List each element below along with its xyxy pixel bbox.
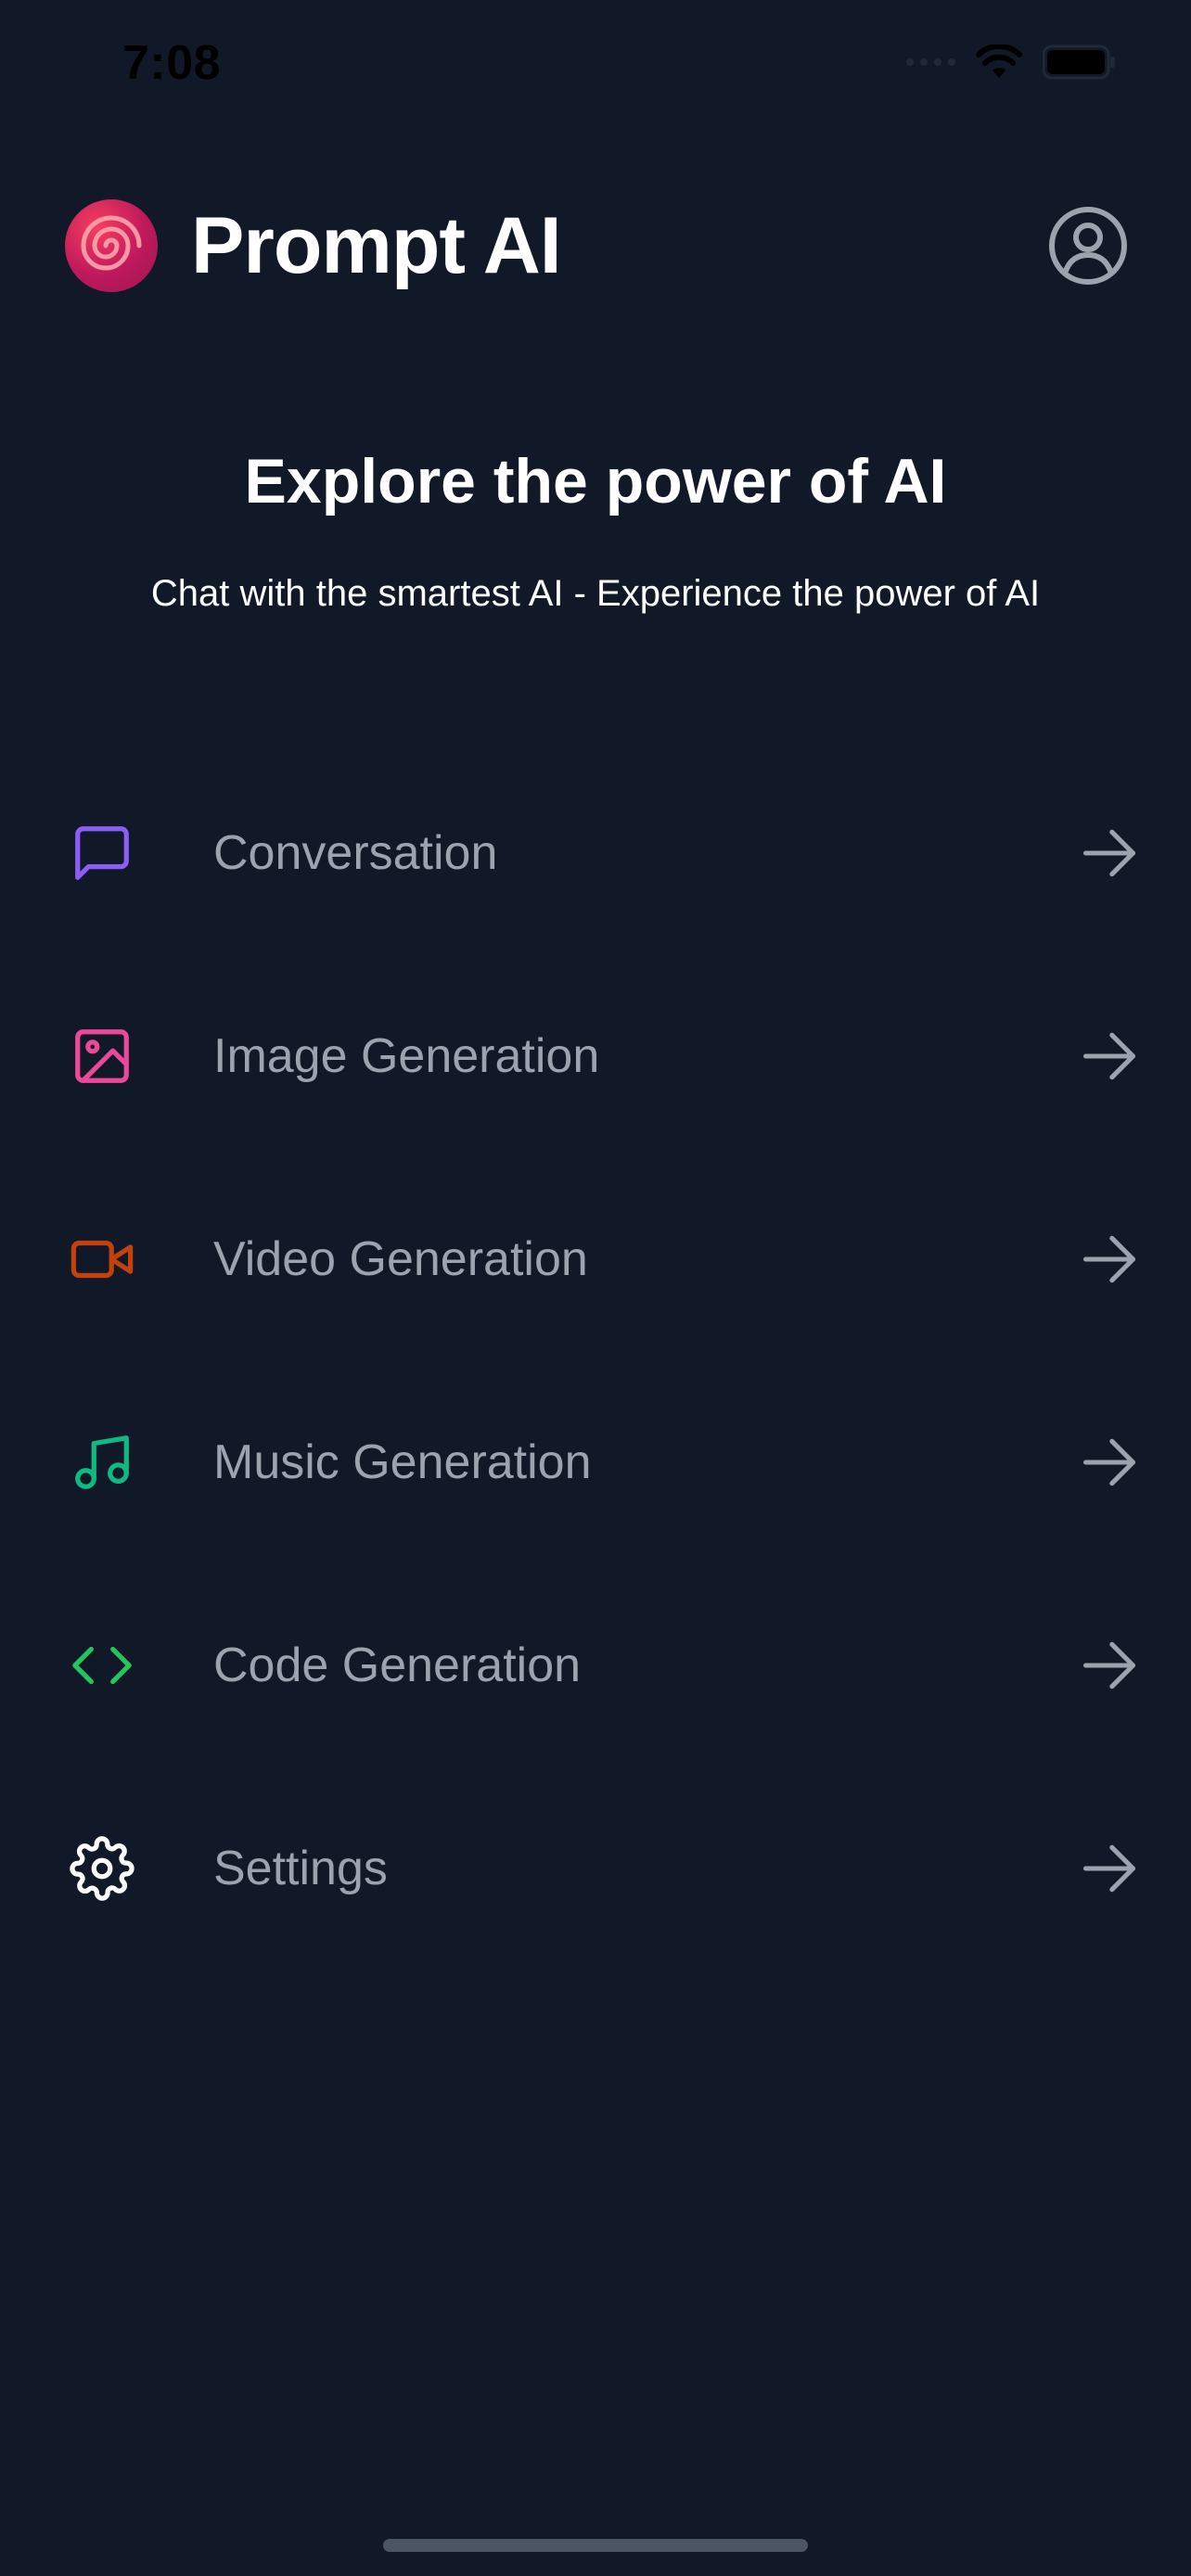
- wifi-icon: [976, 45, 1022, 78]
- user-circle-icon: [1049, 207, 1127, 285]
- hero-subtitle: Chat with the smartest AI - Experience t…: [150, 573, 1041, 614]
- arrow-right-icon: [1082, 1032, 1136, 1079]
- battery-icon: [1043, 45, 1115, 80]
- menu-item-image-generation[interactable]: Image Generation: [65, 954, 1141, 1157]
- menu-item-label: Code Generation: [213, 1638, 582, 1692]
- menu-item-code-generation[interactable]: Code Generation: [65, 1563, 1141, 1766]
- menu-item-video-generation[interactable]: Video Generation: [65, 1157, 1141, 1360]
- menu-item-label: Video Generation: [213, 1231, 588, 1286]
- profile-button[interactable]: [1044, 202, 1132, 289]
- video-icon: [65, 1222, 139, 1296]
- gear-icon: [65, 1831, 139, 1906]
- status-time: 7:08: [122, 36, 222, 90]
- arrow-right-icon: [1082, 1844, 1136, 1892]
- swirl-logo-icon: [65, 199, 158, 292]
- arrow-right-icon: [1082, 829, 1136, 876]
- app-header: Prompt AI: [65, 195, 1132, 297]
- message-square-icon: [65, 816, 139, 890]
- arrow-right-icon: [1082, 1438, 1136, 1486]
- menu-item-label: Conversation: [213, 825, 498, 880]
- menu-item-conversation[interactable]: Conversation: [65, 751, 1141, 954]
- arrow-right-icon: [1082, 1641, 1136, 1689]
- status-icons: [906, 45, 1117, 80]
- menu-item-settings[interactable]: Settings: [65, 1766, 1141, 1970]
- menu-item-music-generation[interactable]: Music Generation: [65, 1360, 1141, 1563]
- cellular-signal-icon: [906, 58, 955, 66]
- menu-item-label: Image Generation: [213, 1028, 600, 1083]
- feature-menu: Conversation Image Generation Video Gene…: [65, 751, 1141, 1970]
- music-icon: [65, 1425, 139, 1499]
- image-icon: [65, 1019, 139, 1093]
- status-bar: 7:08: [0, 0, 1191, 139]
- app-title: Prompt AI: [191, 200, 562, 290]
- code-icon: [65, 1628, 139, 1702]
- menu-item-label: Music Generation: [213, 1435, 592, 1489]
- menu-item-label: Settings: [213, 1841, 388, 1895]
- home-indicator[interactable]: [383, 2539, 808, 2552]
- arrow-right-icon: [1082, 1235, 1136, 1282]
- hero-title: Explore the power of AI: [244, 446, 947, 516]
